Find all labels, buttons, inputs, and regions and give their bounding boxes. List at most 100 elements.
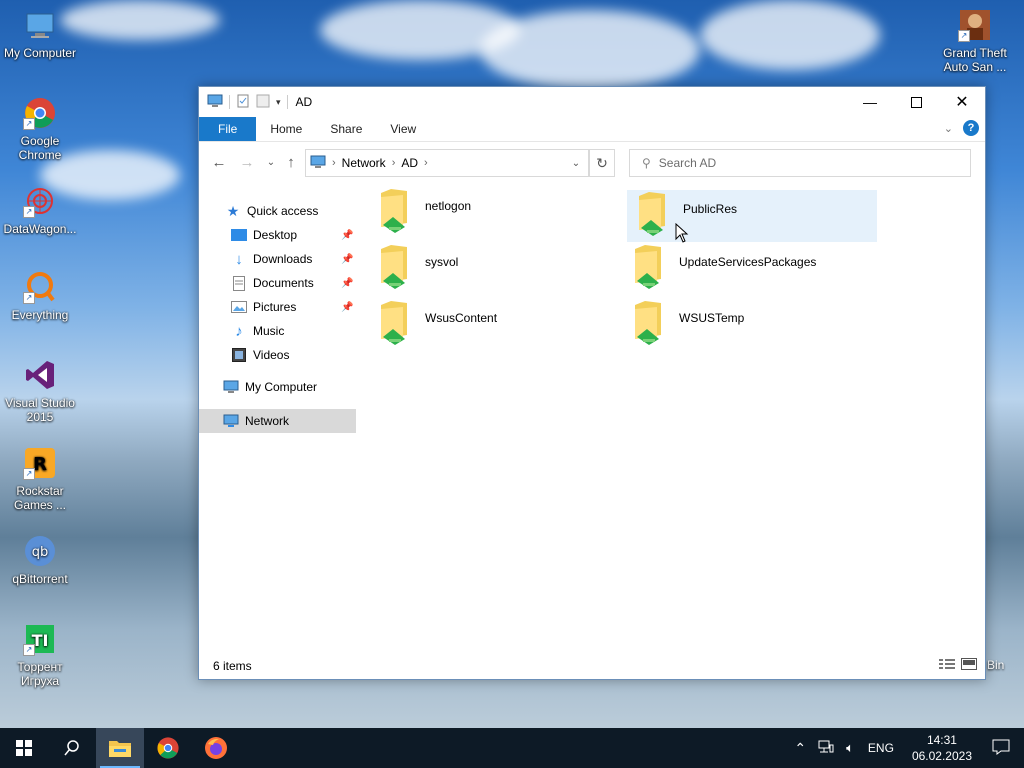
folder-tile[interactable]: WsusContent: [369, 299, 619, 351]
taskbar-firefox[interactable]: [192, 728, 240, 768]
computer-icon: [23, 8, 57, 42]
recycle-bin-label[interactable]: Bin: [987, 658, 1004, 672]
folder-name: UpdateServicesPackages: [679, 255, 817, 269]
folder-tile[interactable]: sysvol: [369, 243, 619, 295]
pin-icon[interactable]: 📌: [341, 278, 353, 289]
network-folder-icon: [377, 243, 411, 289]
search-button[interactable]: [48, 728, 96, 768]
chrome-icon: ↗: [23, 96, 57, 130]
nav-music[interactable]: ♪ Music: [231, 319, 284, 343]
chrome-icon: [157, 737, 179, 759]
desktop-icon-label: qBittorrent: [12, 572, 68, 586]
help-icon[interactable]: ?: [963, 120, 979, 136]
breadcrumb-ad[interactable]: AD: [401, 156, 418, 170]
notification-icon[interactable]: [992, 739, 1010, 758]
nav-network[interactable]: Network: [223, 409, 289, 433]
close-button[interactable]: ✕: [939, 87, 985, 117]
svg-text:qb: qb: [32, 545, 49, 560]
shortcut-arrow-icon: ↗: [23, 292, 35, 304]
search-input[interactable]: Search AD: [659, 156, 716, 170]
expand-ribbon-icon[interactable]: ⌄: [944, 122, 953, 135]
close-icon: ✕: [955, 94, 969, 111]
status-item-count: 6 items: [213, 659, 252, 673]
nav-downloads[interactable]: ↓ Downloads 📌: [231, 247, 353, 271]
maximize-icon: [910, 96, 922, 108]
computer-icon: [223, 379, 239, 395]
minimize-icon: —: [863, 94, 877, 110]
desktop-icon: [231, 227, 247, 243]
datawagon-icon: ↗: [23, 184, 57, 218]
desktop-icon-my-computer[interactable]: My Computer: [0, 8, 80, 60]
tab-view[interactable]: View: [376, 117, 430, 141]
taskbar-chrome[interactable]: [144, 728, 192, 768]
nav-quick-access[interactable]: ★ Quick access: [225, 199, 319, 223]
nav-my-computer[interactable]: My Computer: [223, 375, 317, 399]
folder-name: WsusContent: [425, 311, 498, 325]
nav-videos[interactable]: Videos: [231, 343, 289, 367]
shortcut-arrow-icon: ↗: [23, 206, 35, 218]
address-dropdown-button[interactable]: ⌄: [564, 150, 588, 176]
nav-label: Quick access: [247, 204, 319, 218]
pin-icon[interactable]: 📌: [341, 230, 353, 241]
taskbar: ⌃ 🔈︎ ENG 14:31 06.02.2023: [0, 728, 1024, 768]
nav-label: My Computer: [245, 380, 318, 394]
network-icon: [223, 413, 239, 429]
shortcut-arrow-icon: ↗: [23, 468, 35, 480]
desktop-icon-google-chrome[interactable]: ↗ Google Chrome: [0, 96, 80, 162]
windows-icon: [16, 740, 32, 756]
desktop-icon-everything[interactable]: ↗ Everything: [0, 270, 80, 322]
shortcut-arrow-icon: ↗: [958, 30, 970, 42]
folder-name: sysvol: [425, 255, 459, 269]
desktop-icon-datawagon[interactable]: ↗ DataWagon...: [0, 184, 80, 236]
desktop-icon-torrent-igruha[interactable]: TI ↗ Торрент Игруха: [0, 622, 80, 688]
details-view-icon[interactable]: [939, 658, 955, 673]
system-tray: ⌃ 🔈︎ ENG 14:31 06.02.2023: [788, 728, 1024, 768]
refresh-icon: ↻: [596, 154, 608, 171]
minimize-button[interactable]: —: [847, 87, 893, 117]
search-box[interactable]: ⚲ Search AD: [629, 149, 971, 177]
svg-text:R: R: [33, 454, 47, 475]
pictures-icon: [231, 299, 247, 315]
folder-tile[interactable]: WSUSTemp: [623, 299, 873, 351]
pin-icon[interactable]: 📌: [341, 302, 353, 313]
desktop-icon-label: Rockstar Games ...: [13, 484, 66, 512]
volume-icon[interactable]: 🔈︎: [846, 740, 854, 756]
torrent-igruha-icon: TI ↗: [23, 622, 57, 656]
folder-tile[interactable]: netlogon: [369, 187, 619, 239]
folder-tile[interactable]: PublicRes: [627, 190, 877, 242]
network-folder-icon: [377, 299, 411, 345]
shortcut-arrow-icon: ↗: [23, 118, 35, 130]
nav-desktop[interactable]: Desktop 📌: [231, 223, 353, 247]
network-status-icon[interactable]: [818, 740, 834, 757]
folder-name: PublicRes: [683, 202, 738, 216]
large-icons-view-icon[interactable]: [961, 658, 977, 673]
explorer-window: ▾ AD — ✕ File Home Share View ⌄ ? ← → ⌄ …: [198, 86, 986, 680]
desktop-icon-label: Visual Studio 2015: [5, 396, 75, 424]
clock[interactable]: 14:31 06.02.2023: [912, 732, 972, 764]
nav-pictures[interactable]: Pictures 📌: [231, 295, 353, 319]
nav-label: Pictures: [253, 300, 297, 314]
refresh-button[interactable]: ↻: [589, 149, 615, 177]
folder-tile[interactable]: UpdateServicesPackages: [623, 243, 873, 295]
clock-time: 14:31: [926, 733, 957, 747]
desktop-icon-rockstar[interactable]: R ↗ Rockstar Games ...: [0, 446, 80, 512]
desktop-icon-qbittorrent[interactable]: qb qBittorrent: [0, 534, 80, 586]
rockstar-icon: R ↗: [23, 446, 57, 480]
desktop-icon-gta-san-andreas[interactable]: ↗ Grand Theft Auto San ...: [935, 8, 1015, 74]
desktop-icon-visual-studio[interactable]: Visual Studio 2015: [0, 358, 80, 424]
language-indicator[interactable]: ENG: [868, 741, 894, 755]
pin-icon[interactable]: 📌: [341, 254, 353, 265]
star-icon: ★: [226, 202, 240, 219]
nav-label: Music: [253, 324, 285, 338]
nav-label: Network: [245, 414, 290, 428]
nav-documents[interactable]: Documents 📌: [231, 271, 353, 295]
maximize-button[interactable]: [893, 87, 939, 117]
document-icon: [231, 275, 247, 291]
network-folder-icon: [631, 299, 665, 345]
chevron-up-icon[interactable]: ⌃: [794, 740, 806, 757]
navigation-pane: ★ Quick access Desktop 📌 ↓ Downloads 📌 D…: [199, 87, 356, 527]
desktop-icon-label: DataWagon...: [3, 222, 77, 236]
nav-label: Videos: [253, 348, 290, 362]
start-button[interactable]: [0, 728, 48, 768]
taskbar-file-explorer[interactable]: [96, 728, 144, 768]
